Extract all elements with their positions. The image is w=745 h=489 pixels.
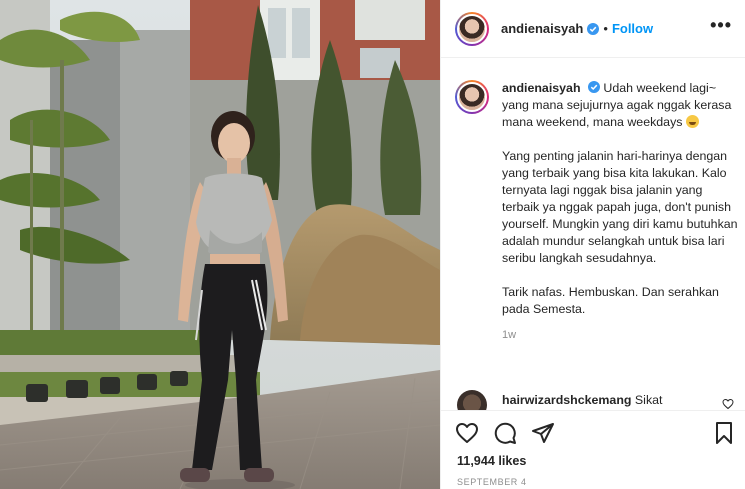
verified-badge-icon	[587, 22, 600, 35]
caption-author-avatar[interactable]	[455, 80, 489, 114]
caption-text: andienaisyah Udah weekend lagi~ yang man…	[502, 80, 742, 318]
comment-text: hairwizardshckemang Sikat	[502, 393, 662, 407]
comment-like-heart-icon[interactable]	[722, 398, 734, 410]
author-avatar[interactable]	[455, 11, 489, 46]
bookmark-button[interactable]	[712, 421, 736, 445]
commenter-avatar[interactable]	[457, 390, 487, 410]
action-icons	[455, 421, 555, 445]
caption-paragraph-3: Tarik nafas. Hembuskan. Dan serahkan pad…	[502, 285, 719, 316]
laughing-emoji-icon	[685, 115, 699, 128]
caption-paragraph-2: Yang penting jalanin hari-harinya dengan…	[502, 149, 738, 265]
bookmark-icon[interactable]	[712, 421, 736, 445]
post-actions: 11,944 likes SEPTEMBER 4	[441, 410, 745, 489]
verified-badge-icon	[587, 81, 600, 93]
comment-item: hairwizardshckemang Sikat	[455, 388, 740, 410]
post-date[interactable]: SEPTEMBER 4	[457, 477, 527, 487]
post-photo[interactable]	[0, 0, 440, 489]
post-side-panel: andienaisyah • Follow ••• andienaisyah U…	[440, 0, 745, 489]
likes-count[interactable]: 11,944 likes	[457, 454, 526, 468]
photo-woman-standing-in-garden	[0, 0, 440, 489]
author-username[interactable]: andienaisyah	[501, 21, 583, 36]
follow-button[interactable]: Follow	[612, 21, 653, 36]
more-options-icon[interactable]: •••	[710, 16, 732, 34]
share-icon[interactable]	[531, 421, 555, 445]
separator-dot: •	[603, 21, 608, 36]
comment-body: Sikat	[634, 393, 663, 407]
heart-icon[interactable]	[455, 421, 479, 445]
comments-section[interactable]: andienaisyah Udah weekend lagi~ yang man…	[441, 58, 745, 410]
post-header: andienaisyah • Follow •••	[441, 0, 745, 58]
caption-username[interactable]: andienaisyah	[502, 81, 581, 95]
comment-icon[interactable]	[493, 421, 517, 445]
post-time-ago[interactable]: 1w	[502, 329, 740, 341]
commenter-username[interactable]: hairwizardshckemang	[502, 393, 631, 407]
post-caption: andienaisyah Udah weekend lagi~ yang man…	[455, 80, 740, 341]
